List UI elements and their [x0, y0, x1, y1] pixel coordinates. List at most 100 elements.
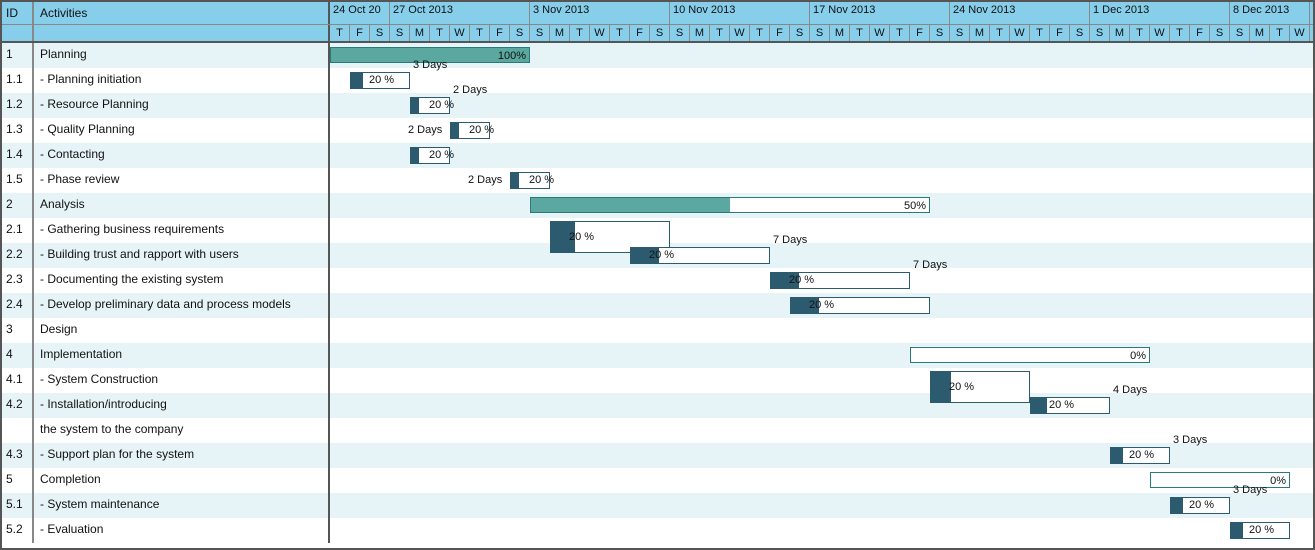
task-progress-label: 20 %: [1249, 523, 1274, 538]
row-activity: Planning: [34, 43, 330, 68]
row-activity: - Building trust and rapport with users: [34, 243, 330, 268]
row-id: 1.4: [2, 143, 34, 168]
row-chart-area: 100%: [330, 43, 1313, 68]
gantt-header-top: ID Activities 24 Oct 2027 Oct 20133 Nov …: [2, 2, 1313, 25]
date-group: 10 Nov 2013: [670, 2, 810, 24]
day-cell: T: [890, 25, 910, 41]
task-duration-label: 7 Days: [913, 259, 947, 271]
task-progress-fill: [511, 173, 519, 188]
day-cell: T: [470, 25, 490, 41]
row-chart-area: 20 %: [330, 368, 1313, 393]
day-cell: F: [630, 25, 650, 41]
task-duration-label: 3 Days: [413, 59, 447, 71]
gantt-row: 2.2 - Building trust and rapport with us…: [2, 243, 1313, 268]
gantt-chart: ID Activities 24 Oct 2027 Oct 20133 Nov …: [0, 0, 1315, 550]
task-bar[interactable]: 20 %: [410, 97, 450, 114]
row-id: 1: [2, 43, 34, 68]
task-progress-label: 20 %: [1189, 498, 1214, 513]
row-activity: Completion: [34, 468, 330, 493]
row-id: 2.3: [2, 268, 34, 293]
day-cell: F: [350, 25, 370, 41]
row-activity: the system to the company: [34, 418, 330, 443]
day-cell: T: [750, 25, 770, 41]
summary-bar[interactable]: 50%: [530, 197, 930, 213]
day-cell: T: [710, 25, 730, 41]
row-chart-area: 20 %2 Days: [330, 93, 1313, 118]
day-cell: T: [430, 25, 450, 41]
day-cell: S: [1230, 25, 1250, 41]
row-activity: - Phase review: [34, 168, 330, 193]
day-cell: W: [590, 25, 610, 41]
task-bar[interactable]: 20 %: [1030, 397, 1110, 414]
task-duration-label: 4 Days: [1113, 384, 1147, 396]
day-cell: M: [690, 25, 710, 41]
row-activity: Analysis: [34, 193, 330, 218]
task-bar[interactable]: 20 %: [770, 272, 910, 289]
row-id: 5.1: [2, 493, 34, 518]
row-chart-area: 20 %3 Days: [330, 443, 1313, 468]
gantt-row: 5.2 - Evaluation20 %: [2, 518, 1313, 543]
row-activity: - Resource Planning: [34, 93, 330, 118]
row-id: 5.2: [2, 518, 34, 543]
row-activity: - Support plan for the system: [34, 443, 330, 468]
header-activities: Activities: [34, 2, 330, 24]
day-cell: T: [1170, 25, 1190, 41]
task-duration-label: 3 Days: [1233, 484, 1267, 496]
day-cell: S: [1070, 25, 1090, 41]
row-activity: - Quality Planning: [34, 118, 330, 143]
day-cell: W: [450, 25, 470, 41]
summary-progress-label: 0%: [1130, 348, 1146, 364]
row-id: 3: [2, 318, 34, 343]
row-id: 4.3: [2, 443, 34, 468]
row-id: 4.2: [2, 393, 34, 418]
day-cell: T: [1270, 25, 1290, 41]
summary-bar[interactable]: 0%: [910, 347, 1150, 363]
task-bar[interactable]: 20 %: [630, 247, 770, 264]
task-bar[interactable]: 20 %: [510, 172, 550, 189]
day-cell: S: [1210, 25, 1230, 41]
day-cell: M: [550, 25, 570, 41]
gantt-row: 5Completion0%: [2, 468, 1313, 493]
row-activity: - Planning initiation: [34, 68, 330, 93]
day-cell: M: [1110, 25, 1130, 41]
day-cell: S: [930, 25, 950, 41]
task-bar[interactable]: 20 %: [350, 72, 410, 89]
header-id: ID: [2, 2, 34, 24]
task-bar[interactable]: 20 %: [1110, 447, 1170, 464]
row-chart-area: [330, 318, 1313, 343]
day-cell: S: [950, 25, 970, 41]
row-id: 1.3: [2, 118, 34, 143]
task-duration-label: 3 Days: [1173, 434, 1207, 446]
gantt-row: 1.5 - Phase review 20 % 2 Days: [2, 168, 1313, 193]
summary-bar[interactable]: 0%: [1150, 472, 1290, 488]
day-cell: S: [530, 25, 550, 41]
date-group: 24 Oct 20: [330, 2, 390, 24]
summary-progress-label: 100%: [498, 48, 526, 64]
row-activity: - Documenting the existing system: [34, 268, 330, 293]
day-cell: F: [1190, 25, 1210, 41]
row-id: 2.2: [2, 243, 34, 268]
row-id: 2.4: [2, 293, 34, 318]
task-progress-label: 20 %: [1049, 398, 1074, 413]
task-bar[interactable]: 20 %: [1170, 497, 1230, 514]
day-cell: S: [370, 25, 390, 41]
task-duration-label: 2 Days: [468, 174, 502, 186]
task-bar[interactable]: 20 %: [790, 297, 930, 314]
task-progress-fill: [451, 123, 459, 138]
day-cell: W: [730, 25, 750, 41]
day-cell: W: [1010, 25, 1030, 41]
gantt-row: 1.1 - Planning initiation20 %3 Days: [2, 68, 1313, 93]
summary-progress-label: 50%: [904, 198, 926, 214]
row-id: 1.5: [2, 168, 34, 193]
task-bar[interactable]: 20 %: [450, 122, 490, 139]
gantt-row: 4.2 - Installation/introducing20 %4 Days: [2, 393, 1313, 418]
row-activity: - System maintenance: [34, 493, 330, 518]
day-cell: W: [870, 25, 890, 41]
day-cell: S: [510, 25, 530, 41]
row-id: 2.1: [2, 218, 34, 243]
day-cell: T: [330, 25, 350, 41]
task-bar[interactable]: 20 %: [1230, 522, 1290, 539]
row-activity: Implementation: [34, 343, 330, 368]
day-cell: F: [770, 25, 790, 41]
task-bar[interactable]: 20 %: [410, 147, 450, 164]
